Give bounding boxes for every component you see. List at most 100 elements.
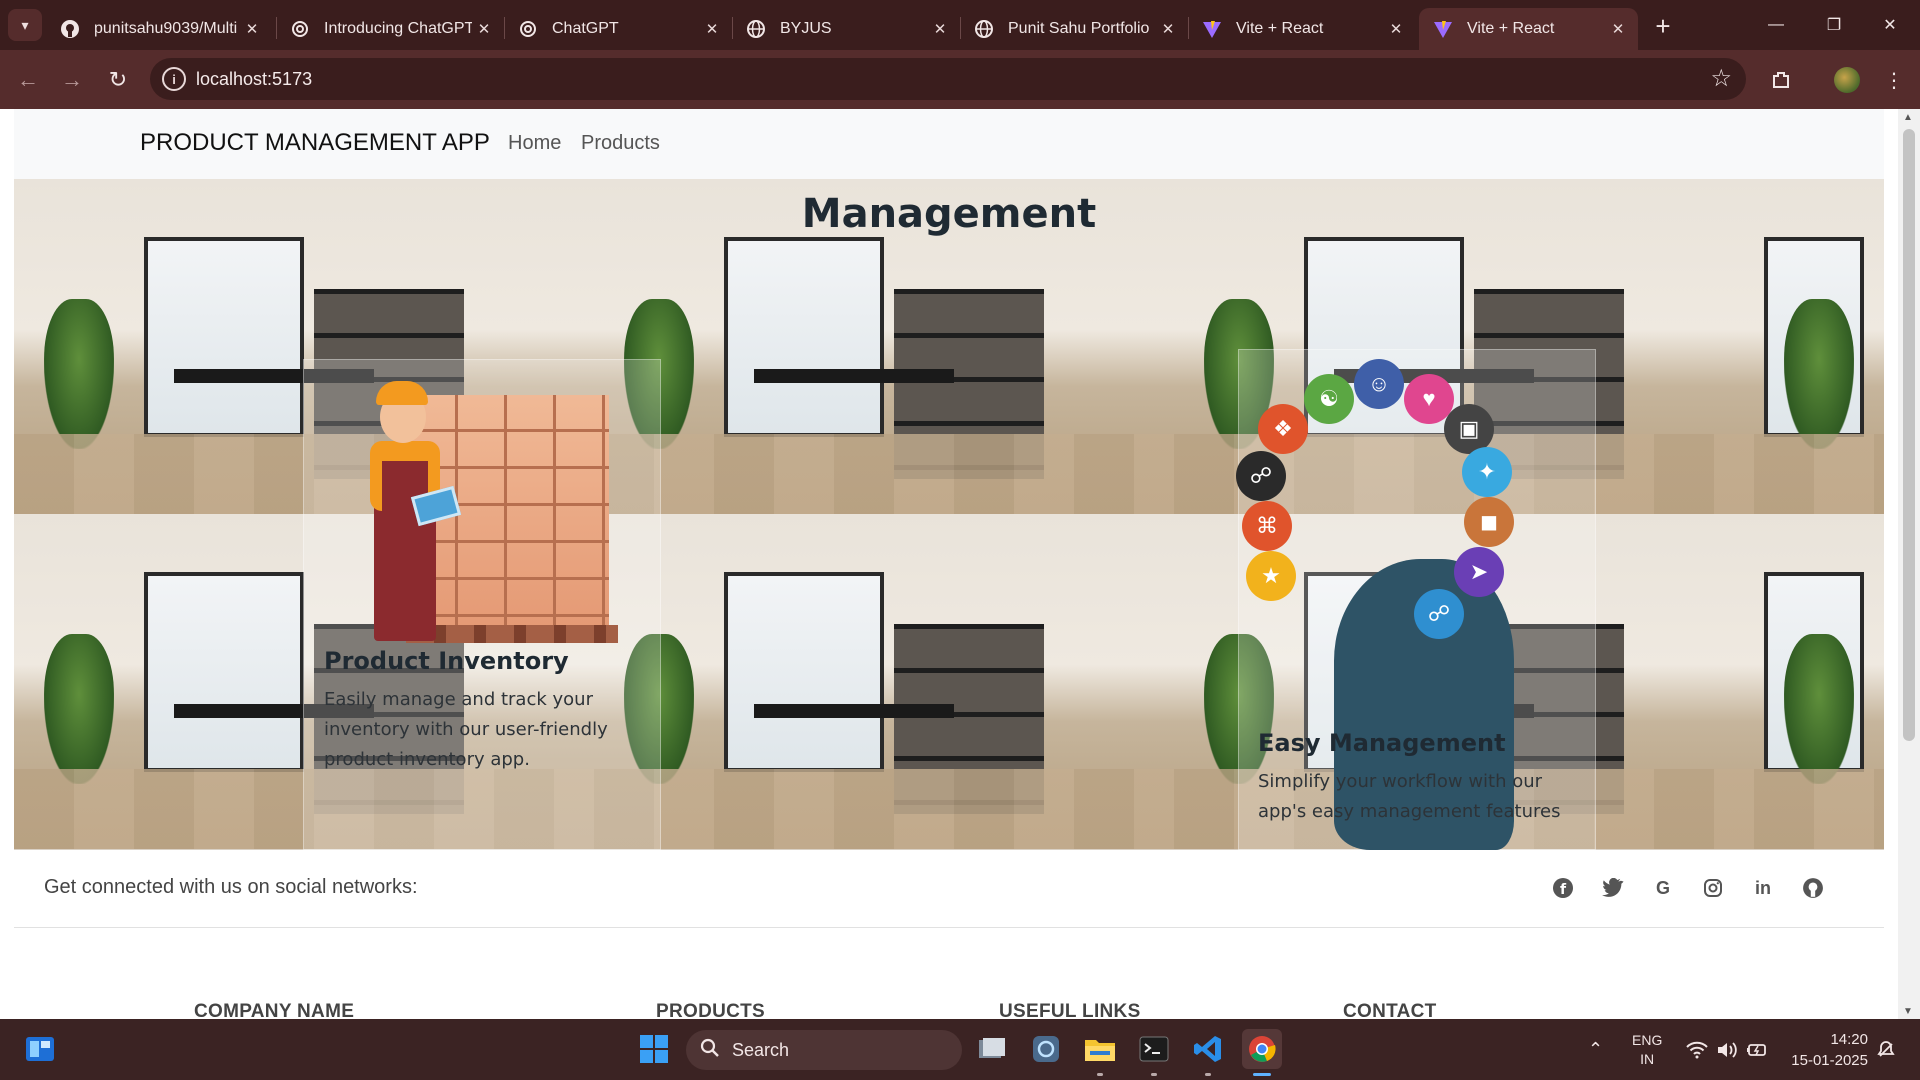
globe-icon [746, 19, 766, 39]
close-icon[interactable]: ✕ [928, 17, 952, 41]
wifi-icon[interactable] [1686, 1019, 1708, 1080]
tab-label: Vite + React [1236, 20, 1324, 37]
address-text[interactable]: localhost:5173 [196, 69, 312, 90]
scroll-down-arrow-icon[interactable]: ▼ [1903, 1006, 1913, 1017]
card-text-line: Easily manage and track your [324, 689, 593, 710]
browser-toolbar: ← → ↻ i localhost:5173 ☆ ⋮ [0, 50, 1920, 109]
footer-heading-products: PRODUCTS [656, 1001, 766, 1019]
tab-label: ChatGPT [552, 20, 619, 37]
nav-link-products[interactable]: Products [581, 132, 660, 155]
notification-bell-icon[interactable] [1876, 1019, 1896, 1080]
new-tab-button[interactable]: + [1648, 11, 1678, 41]
scrollbar-thumb[interactable] [1903, 129, 1915, 741]
extensions-icon[interactable] [1765, 64, 1797, 96]
running-indicator [1097, 1073, 1103, 1076]
language-code: ENG [1632, 1032, 1663, 1048]
close-icon[interactable]: ✕ [240, 17, 264, 41]
tab-vite-react[interactable]: Vite + React ✕ [1188, 8, 1416, 50]
close-icon[interactable]: ✕ [700, 17, 724, 41]
card-text-line: app's easy management features [1258, 801, 1561, 822]
close-icon[interactable]: ✕ [1156, 17, 1180, 41]
nav-link-home[interactable]: Home [508, 132, 561, 155]
language-indicator[interactable]: ENG IN [1632, 1031, 1662, 1069]
footer-heading-contact: CONTACT [1343, 1001, 1437, 1019]
github-icon[interactable] [1799, 874, 1827, 902]
show-hidden-icons-button[interactable]: ⌃ [1588, 1019, 1603, 1080]
tab-byjus[interactable]: BYJUS ✕ [732, 8, 960, 50]
tab-chatgpt[interactable]: ChatGPT ✕ [504, 8, 732, 50]
card-text-line: inventory with our user-friendly [324, 719, 608, 740]
instagram-icon[interactable] [1699, 874, 1727, 902]
file-explorer-icon[interactable] [1080, 1029, 1120, 1069]
active-app-indicator [1253, 1073, 1271, 1076]
volume-icon[interactable] [1716, 1019, 1738, 1080]
linkedin-icon[interactable]: in [1749, 874, 1777, 902]
menu-kebab-icon[interactable]: ⋮ [1878, 64, 1910, 96]
twitter-icon[interactable] [1599, 874, 1627, 902]
system-clock[interactable]: 14:20 15-01-2025 [1791, 1029, 1868, 1071]
tab-label: punitsahu9039/Multi [94, 20, 238, 37]
profile-avatar[interactable] [1834, 67, 1860, 93]
close-icon[interactable]: ✕ [1384, 17, 1408, 41]
clock-time: 14:20 [1830, 1031, 1868, 1048]
page-viewport: PRODUCT MANAGEMENT APP Home Products Man… [0, 109, 1920, 1019]
running-indicator [1205, 1073, 1211, 1076]
forward-button[interactable]: → [54, 62, 90, 98]
task-view-icon[interactable] [972, 1029, 1012, 1069]
tab-portfolio[interactable]: Punit Sahu Portfolio ✕ [960, 8, 1188, 50]
site-info-icon[interactable]: i [162, 67, 186, 91]
footer-heading-company: COMPANY NAME [194, 1001, 355, 1019]
navbar-brand[interactable]: PRODUCT MANAGEMENT APP [140, 129, 490, 157]
page-scrollbar[interactable]: ▲ ▼ [1898, 109, 1920, 1019]
scroll-up-arrow-icon[interactable]: ▲ [1903, 112, 1913, 123]
terminal-icon[interactable] [1134, 1029, 1174, 1069]
social-bar: Get connected with us on social networks… [14, 850, 1884, 928]
minimize-button[interactable]: — [1748, 0, 1804, 50]
region-code: IN [1640, 1051, 1655, 1067]
office-background-tile [594, 514, 1174, 849]
card-title: Product Inventory [324, 647, 569, 675]
google-icon[interactable]: G [1649, 874, 1677, 902]
github-icon [60, 19, 80, 39]
restore-button[interactable]: ❐ [1806, 0, 1862, 50]
social-bar-text: Get connected with us on social networks… [44, 876, 418, 898]
svg-text:f: f [1560, 882, 1567, 898]
battery-icon[interactable] [1746, 1019, 1768, 1080]
tab-github[interactable]: punitsahu9039/Multi ✕ [46, 8, 272, 50]
site-navbar: PRODUCT MANAGEMENT APP Home Products [14, 109, 1884, 179]
close-icon[interactable]: ✕ [1606, 17, 1630, 41]
arrow-left-icon: ← [17, 67, 39, 92]
start-button[interactable] [634, 1029, 674, 1069]
windows-taskbar: Search ⌃ ENG IN 14:20 15-01-2025 [0, 1019, 1920, 1080]
tab-vite-react-active[interactable]: Vite + React ✕ [1419, 8, 1638, 50]
vite-icon [1202, 19, 1222, 39]
address-bar[interactable]: i localhost:5173 ☆ [150, 58, 1746, 100]
arrow-right-icon: → [61, 67, 83, 92]
openai-icon [518, 19, 538, 39]
taskbar-search[interactable]: Search [686, 1030, 962, 1070]
bookmark-star-icon[interactable]: ☆ [1710, 64, 1732, 93]
search-icon [700, 1038, 720, 1063]
tab-search-button[interactable]: ▾ [8, 9, 42, 41]
back-button[interactable]: ← [10, 62, 46, 98]
chrome-icon[interactable] [1242, 1029, 1282, 1069]
tab-label: Introducing ChatGPT [324, 20, 472, 37]
chevron-down-icon: ▾ [21, 16, 29, 33]
clock-date: 15-01-2025 [1791, 1052, 1868, 1069]
tab-label: Punit Sahu Portfolio [1008, 20, 1150, 37]
tab-introducing-chatgpt[interactable]: Introducing ChatGPT ✕ [276, 8, 504, 50]
search-label: Search [732, 1039, 790, 1060]
reload-button[interactable]: ↻ [100, 62, 136, 98]
running-indicator [1151, 1073, 1157, 1076]
facebook-icon[interactable]: f [1549, 874, 1577, 902]
card-title: Easy Management [1258, 729, 1506, 757]
hero-title: Management [801, 191, 1097, 237]
globe-icon [974, 19, 994, 39]
card-text-line: product inventory app. [324, 749, 530, 770]
tab-label: BYJUS [780, 20, 832, 37]
close-icon[interactable]: ✕ [472, 17, 496, 41]
window-close-button[interactable]: ✕ [1862, 0, 1918, 50]
widgets-icon[interactable] [20, 1029, 60, 1069]
vscode-icon[interactable] [1188, 1029, 1228, 1069]
copilot-app-icon[interactable] [1026, 1029, 1066, 1069]
